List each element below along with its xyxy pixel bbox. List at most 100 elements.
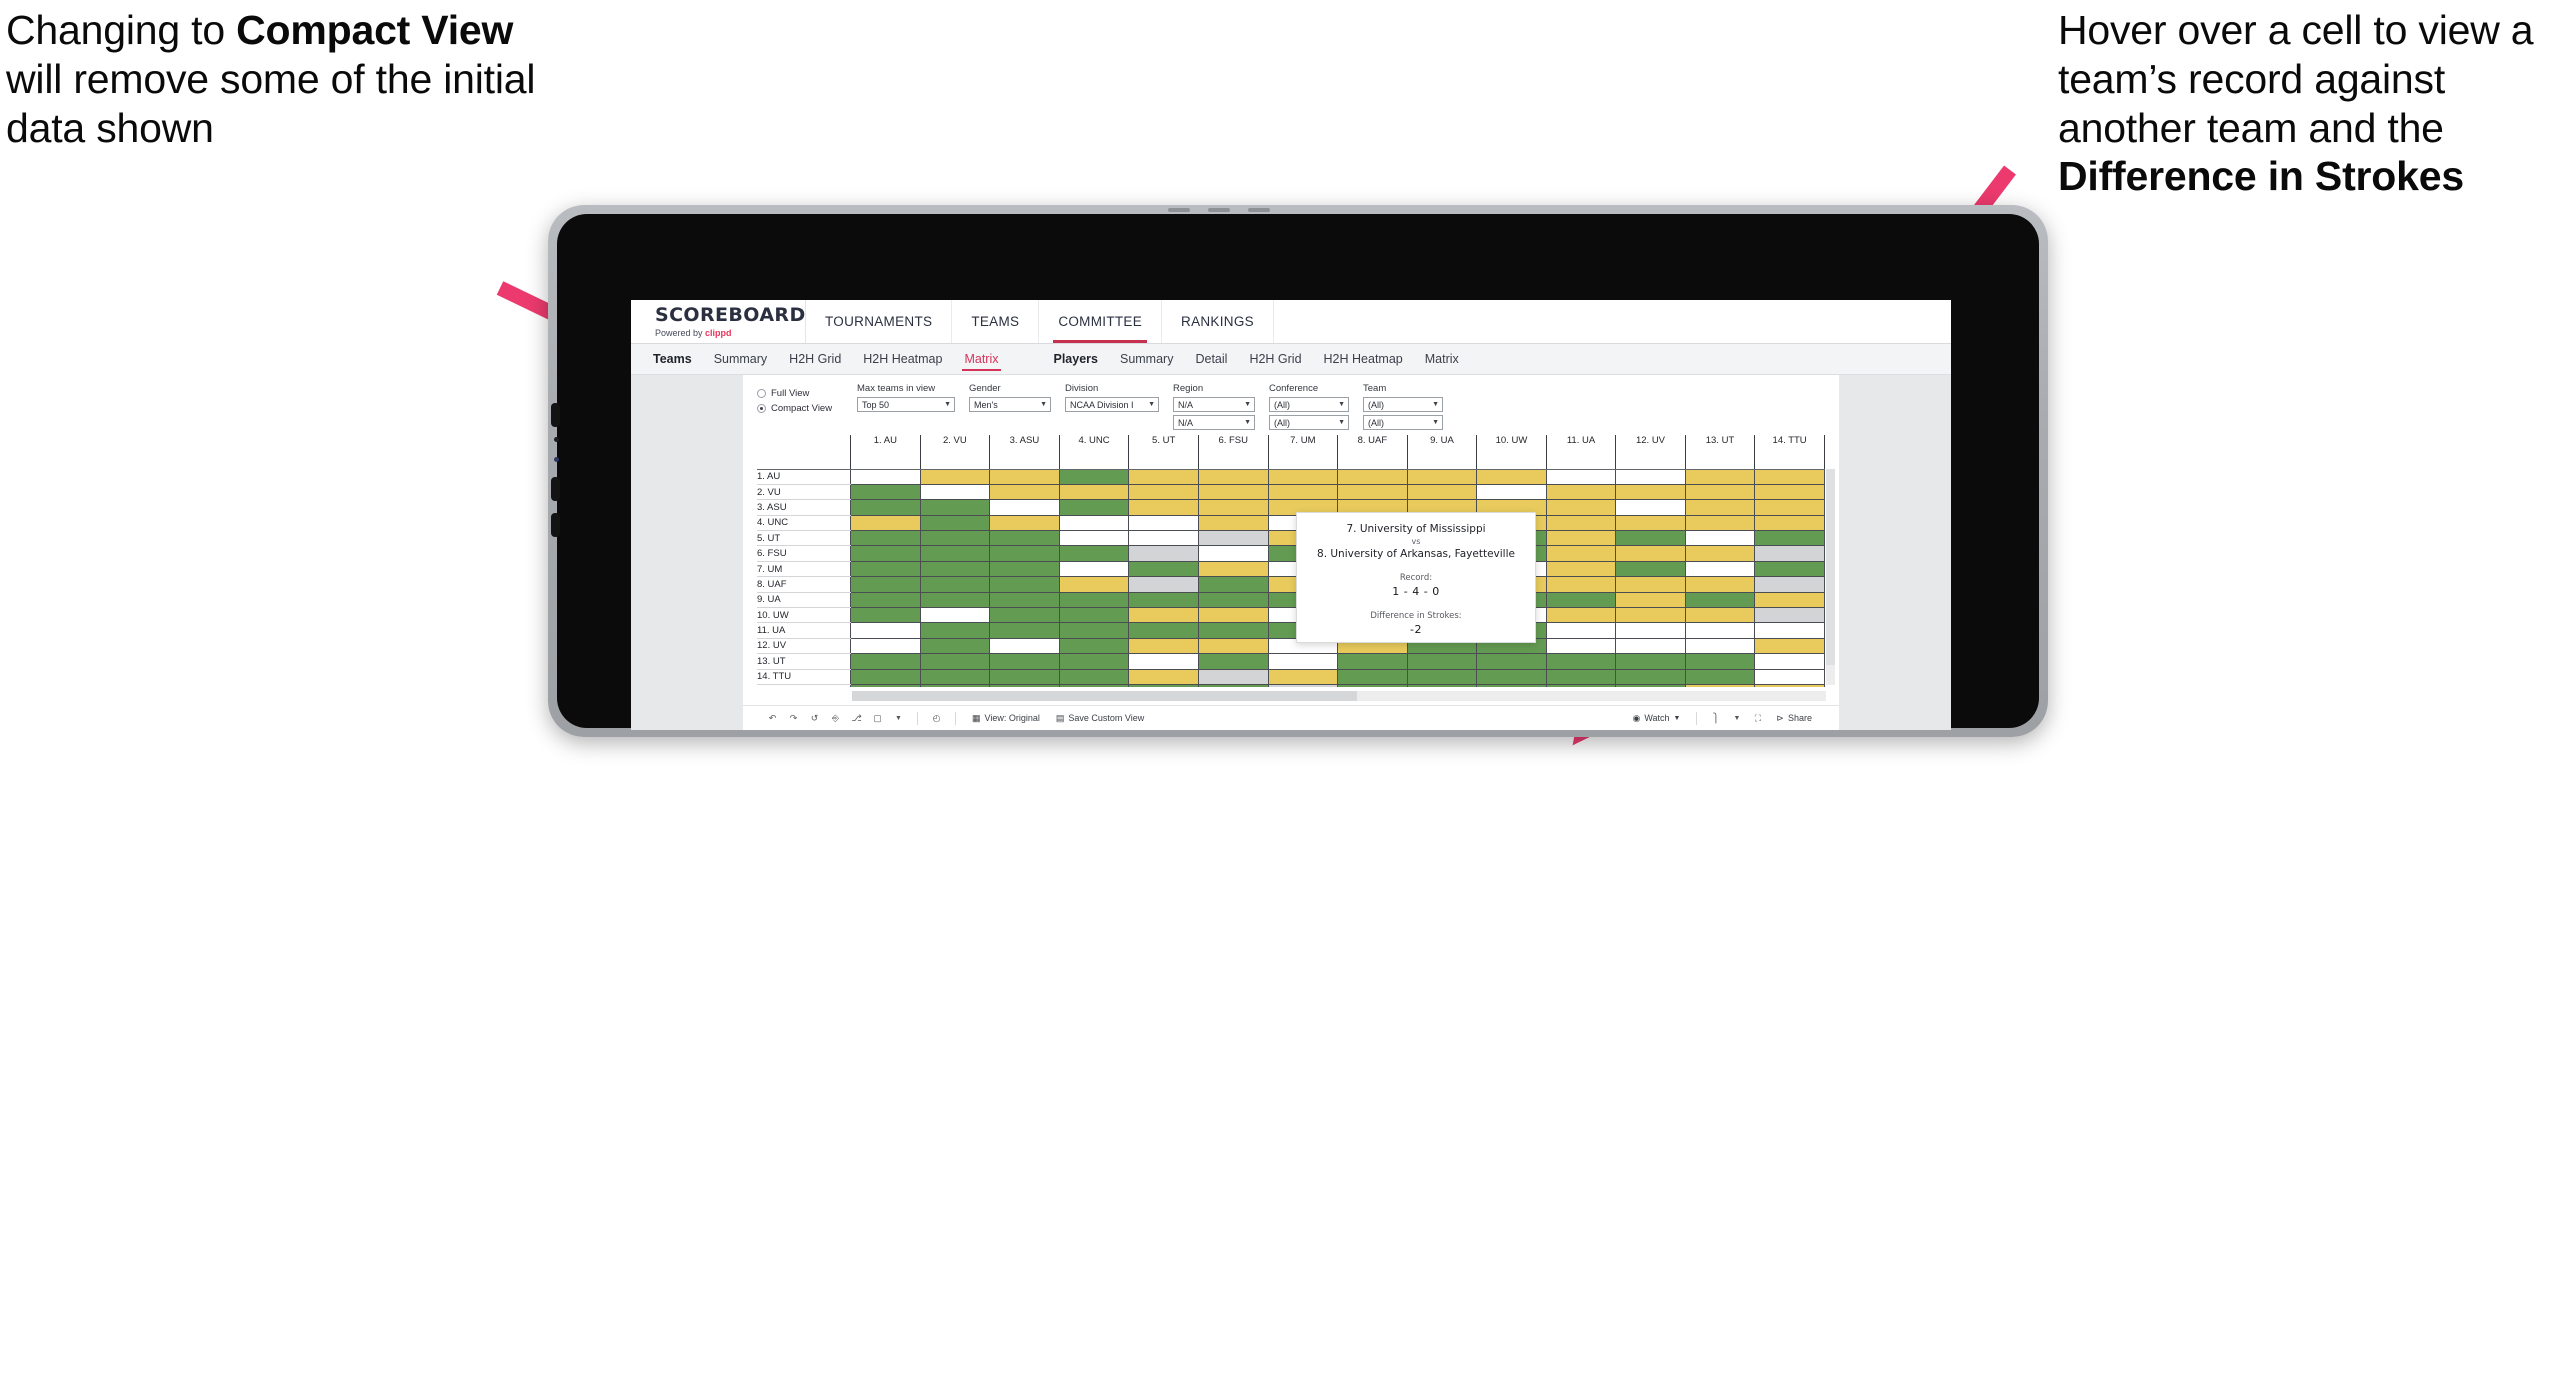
matrix-cell[interactable] xyxy=(1615,530,1686,547)
matrix-cell[interactable] xyxy=(989,530,1060,547)
fullscreen-icon[interactable]: ⛶ xyxy=(1748,709,1767,728)
matrix-cell[interactable] xyxy=(1615,576,1686,593)
matrix-cell[interactable] xyxy=(1754,469,1825,485)
matrix-cell[interactable] xyxy=(850,545,921,562)
matrix-cell[interactable] xyxy=(1684,607,1756,624)
filter-region-select-2[interactable]: N/A ▼ xyxy=(1173,415,1255,430)
matrix-cell[interactable] xyxy=(1058,530,1130,547)
matrix-cell[interactable] xyxy=(1545,669,1617,685)
matrix-cell[interactable] xyxy=(1615,545,1686,562)
matrix-cell[interactable] xyxy=(1337,469,1408,485)
matrix-cell[interactable] xyxy=(1754,576,1825,593)
matrix-cell[interactable] xyxy=(850,622,921,639)
matrix-cell[interactable] xyxy=(1128,484,1199,501)
filter-max-teams-select[interactable]: Top 50 ▼ xyxy=(857,397,955,412)
matrix-cell[interactable] xyxy=(919,499,991,516)
matrix-cell[interactable] xyxy=(1615,638,1686,655)
refresh-icon[interactable]: ⎇ xyxy=(847,709,866,728)
redo-icon[interactable]: ↷ xyxy=(784,709,803,728)
matrix-cell[interactable] xyxy=(1058,638,1130,655)
matrix-cell[interactable] xyxy=(919,484,991,501)
matrix-cell[interactable] xyxy=(1058,576,1130,593)
matrix-cell[interactable] xyxy=(1267,669,1339,685)
matrix-cell[interactable] xyxy=(919,638,991,655)
matrix-cell[interactable] xyxy=(1337,484,1408,501)
matrix-cell[interactable] xyxy=(1545,530,1617,547)
matrix-cell[interactable] xyxy=(1684,669,1756,685)
matrix-cell[interactable] xyxy=(1545,484,1617,501)
matrix-cell[interactable] xyxy=(989,484,1060,501)
matrix-cell[interactable] xyxy=(1684,653,1756,670)
matrix-cell[interactable] xyxy=(1058,653,1130,670)
matrix-cell[interactable] xyxy=(850,607,921,624)
matrix-cell[interactable] xyxy=(1058,484,1130,501)
matrix-cell[interactable] xyxy=(850,684,921,687)
matrix-cell[interactable] xyxy=(1128,499,1199,516)
revert-icon[interactable]: ↺ xyxy=(805,709,824,728)
filter-gender-select[interactable]: Men's ▼ xyxy=(969,397,1051,412)
subnav-teams-summary[interactable]: Summary xyxy=(703,344,778,374)
volume-down-button[interactable] xyxy=(551,477,560,501)
matrix-cell[interactable] xyxy=(1615,607,1686,624)
matrix-cell[interactable] xyxy=(850,530,921,547)
matrix-cell[interactable] xyxy=(1337,684,1408,687)
matrix-cell[interactable] xyxy=(1476,484,1547,501)
matrix-cell[interactable] xyxy=(1615,499,1686,516)
nav-item-tournaments[interactable]: TOURNAMENTS xyxy=(806,300,953,343)
clock-history-icon[interactable]: ◴ xyxy=(927,709,946,728)
matrix-cell[interactable] xyxy=(1197,653,1269,670)
matrix-horizontal-scrollbar[interactable] xyxy=(852,691,1826,701)
matrix-cell[interactable] xyxy=(1197,484,1269,501)
matrix-cell[interactable] xyxy=(989,669,1060,685)
matrix-cell[interactable] xyxy=(1754,669,1825,685)
matrix-cell[interactable] xyxy=(1476,684,1547,687)
download-icon[interactable]: ⎫ xyxy=(1706,709,1725,728)
matrix-cell[interactable] xyxy=(1406,484,1478,501)
matrix-cell[interactable] xyxy=(850,515,921,532)
shape-dropdown-caret-icon[interactable]: ▼ xyxy=(889,709,908,728)
matrix-cell[interactable] xyxy=(850,653,921,670)
save-custom-view-button[interactable]: ▤ Save Custom View xyxy=(1049,713,1151,724)
matrix-cell[interactable] xyxy=(1128,592,1199,609)
matrix-cell[interactable] xyxy=(1615,653,1686,670)
matrix-cell[interactable] xyxy=(919,515,991,532)
matrix-cell[interactable] xyxy=(1476,669,1547,685)
matrix-cell[interactable] xyxy=(1128,638,1199,655)
matrix-cell[interactable] xyxy=(1754,607,1825,624)
matrix-cell[interactable] xyxy=(1406,669,1478,685)
matrix-cell[interactable] xyxy=(989,576,1060,593)
matrix-cell[interactable] xyxy=(850,576,921,593)
matrix-cell[interactable] xyxy=(850,638,921,655)
matrix-cell[interactable] xyxy=(850,561,921,578)
matrix-cell[interactable] xyxy=(1197,530,1269,547)
matrix-cell[interactable] xyxy=(1545,622,1617,639)
matrix-cell[interactable] xyxy=(989,638,1060,655)
matrix-cell[interactable] xyxy=(1754,545,1825,562)
matrix-cell[interactable] xyxy=(1128,561,1199,578)
matrix-cell[interactable] xyxy=(989,607,1060,624)
subnav-players-matrix[interactable]: Matrix xyxy=(1414,344,1470,374)
filter-conference-select-2[interactable]: (All) ▼ xyxy=(1269,415,1349,430)
matrix-cell[interactable] xyxy=(1058,669,1130,685)
matrix-cell[interactable] xyxy=(1197,499,1269,516)
matrix-cell[interactable] xyxy=(919,592,991,609)
matrix-cell[interactable] xyxy=(919,576,991,593)
shape-icon[interactable]: ▢ xyxy=(868,709,887,728)
matrix-cell[interactable] xyxy=(1545,515,1617,532)
matrix-cell[interactable] xyxy=(919,530,991,547)
matrix-cell[interactable] xyxy=(1058,607,1130,624)
matrix-cell[interactable] xyxy=(1128,622,1199,639)
matrix-cell[interactable] xyxy=(1406,469,1478,485)
matrix-cell[interactable] xyxy=(919,669,991,685)
matrix-cell[interactable] xyxy=(1267,653,1339,670)
matrix-cell[interactable] xyxy=(919,684,991,687)
matrix-cell[interactable] xyxy=(1267,469,1339,485)
matrix-cell[interactable] xyxy=(1545,653,1617,670)
matrix-cell[interactable] xyxy=(1615,484,1686,501)
matrix-cell[interactable] xyxy=(1197,622,1269,639)
matrix-cell[interactable] xyxy=(850,484,921,501)
matrix-cell[interactable] xyxy=(1197,561,1269,578)
matrix-cell[interactable] xyxy=(919,469,991,485)
radio-compact-view[interactable]: Compact View xyxy=(757,403,843,414)
matrix-cell[interactable] xyxy=(1128,469,1199,485)
